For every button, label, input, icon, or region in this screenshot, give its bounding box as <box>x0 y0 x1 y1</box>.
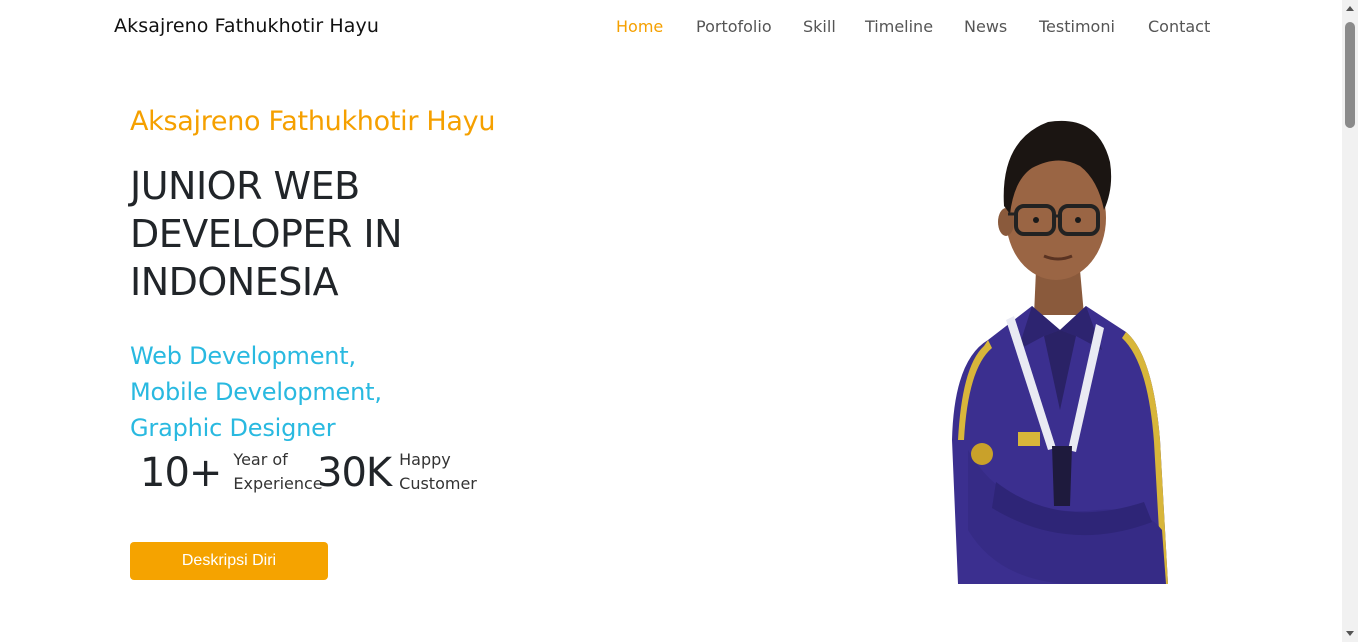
stat-label-line: Customer <box>399 474 477 493</box>
scroll-down-arrow-icon[interactable] <box>1345 628 1355 638</box>
brand-name[interactable]: Aksajreno Fathukhotir Hayu <box>114 15 379 37</box>
scroll-up-arrow-icon[interactable] <box>1345 4 1355 14</box>
deskripsi-diri-button[interactable]: Deskripsi Diri <box>130 542 328 580</box>
stat-customers: 30K Happy Customer <box>317 450 477 496</box>
hero-roles: Web Development, Mobile Development, Gra… <box>130 338 382 446</box>
hero-title: JUNIOR WEB DEVELOPER IN INDONESIA <box>130 164 403 304</box>
navbar: Aksajreno Fathukhotir Hayu Home Portofol… <box>0 0 1342 56</box>
page-scrollbar[interactable] <box>1342 0 1358 642</box>
hero-name: Aksajreno Fathukhotir Hayu <box>130 106 496 137</box>
nav-item-portofolio[interactable]: Portofolio <box>696 17 772 36</box>
stat-label: Happy Customer <box>399 448 477 496</box>
stat-label: Year of Experience <box>233 448 322 496</box>
stat-label-line: Experience <box>233 474 323 493</box>
role-item: Graphic Designer <box>130 414 336 442</box>
stat-experience: 10+ Year of Experience <box>140 450 323 496</box>
nav-item-testimoni[interactable]: Testimoni <box>1039 17 1115 36</box>
nav-item-timeline[interactable]: Timeline <box>865 17 933 36</box>
person-portrait-image <box>952 120 1168 584</box>
nav-item-home[interactable]: Home <box>616 17 663 36</box>
scrollbar-thumb[interactable] <box>1345 22 1355 128</box>
stat-value: 30K <box>317 450 392 496</box>
nav-item-skill[interactable]: Skill <box>803 17 836 36</box>
role-item: Web Development, <box>130 342 356 370</box>
stat-value: 10+ <box>140 450 222 496</box>
stat-label-line: Year of <box>233 450 288 469</box>
role-item: Mobile Development, <box>130 378 382 406</box>
nav-item-news[interactable]: News <box>964 17 1007 36</box>
nav-item-contact[interactable]: Contact <box>1148 17 1210 36</box>
stat-label-line: Happy <box>399 450 451 469</box>
